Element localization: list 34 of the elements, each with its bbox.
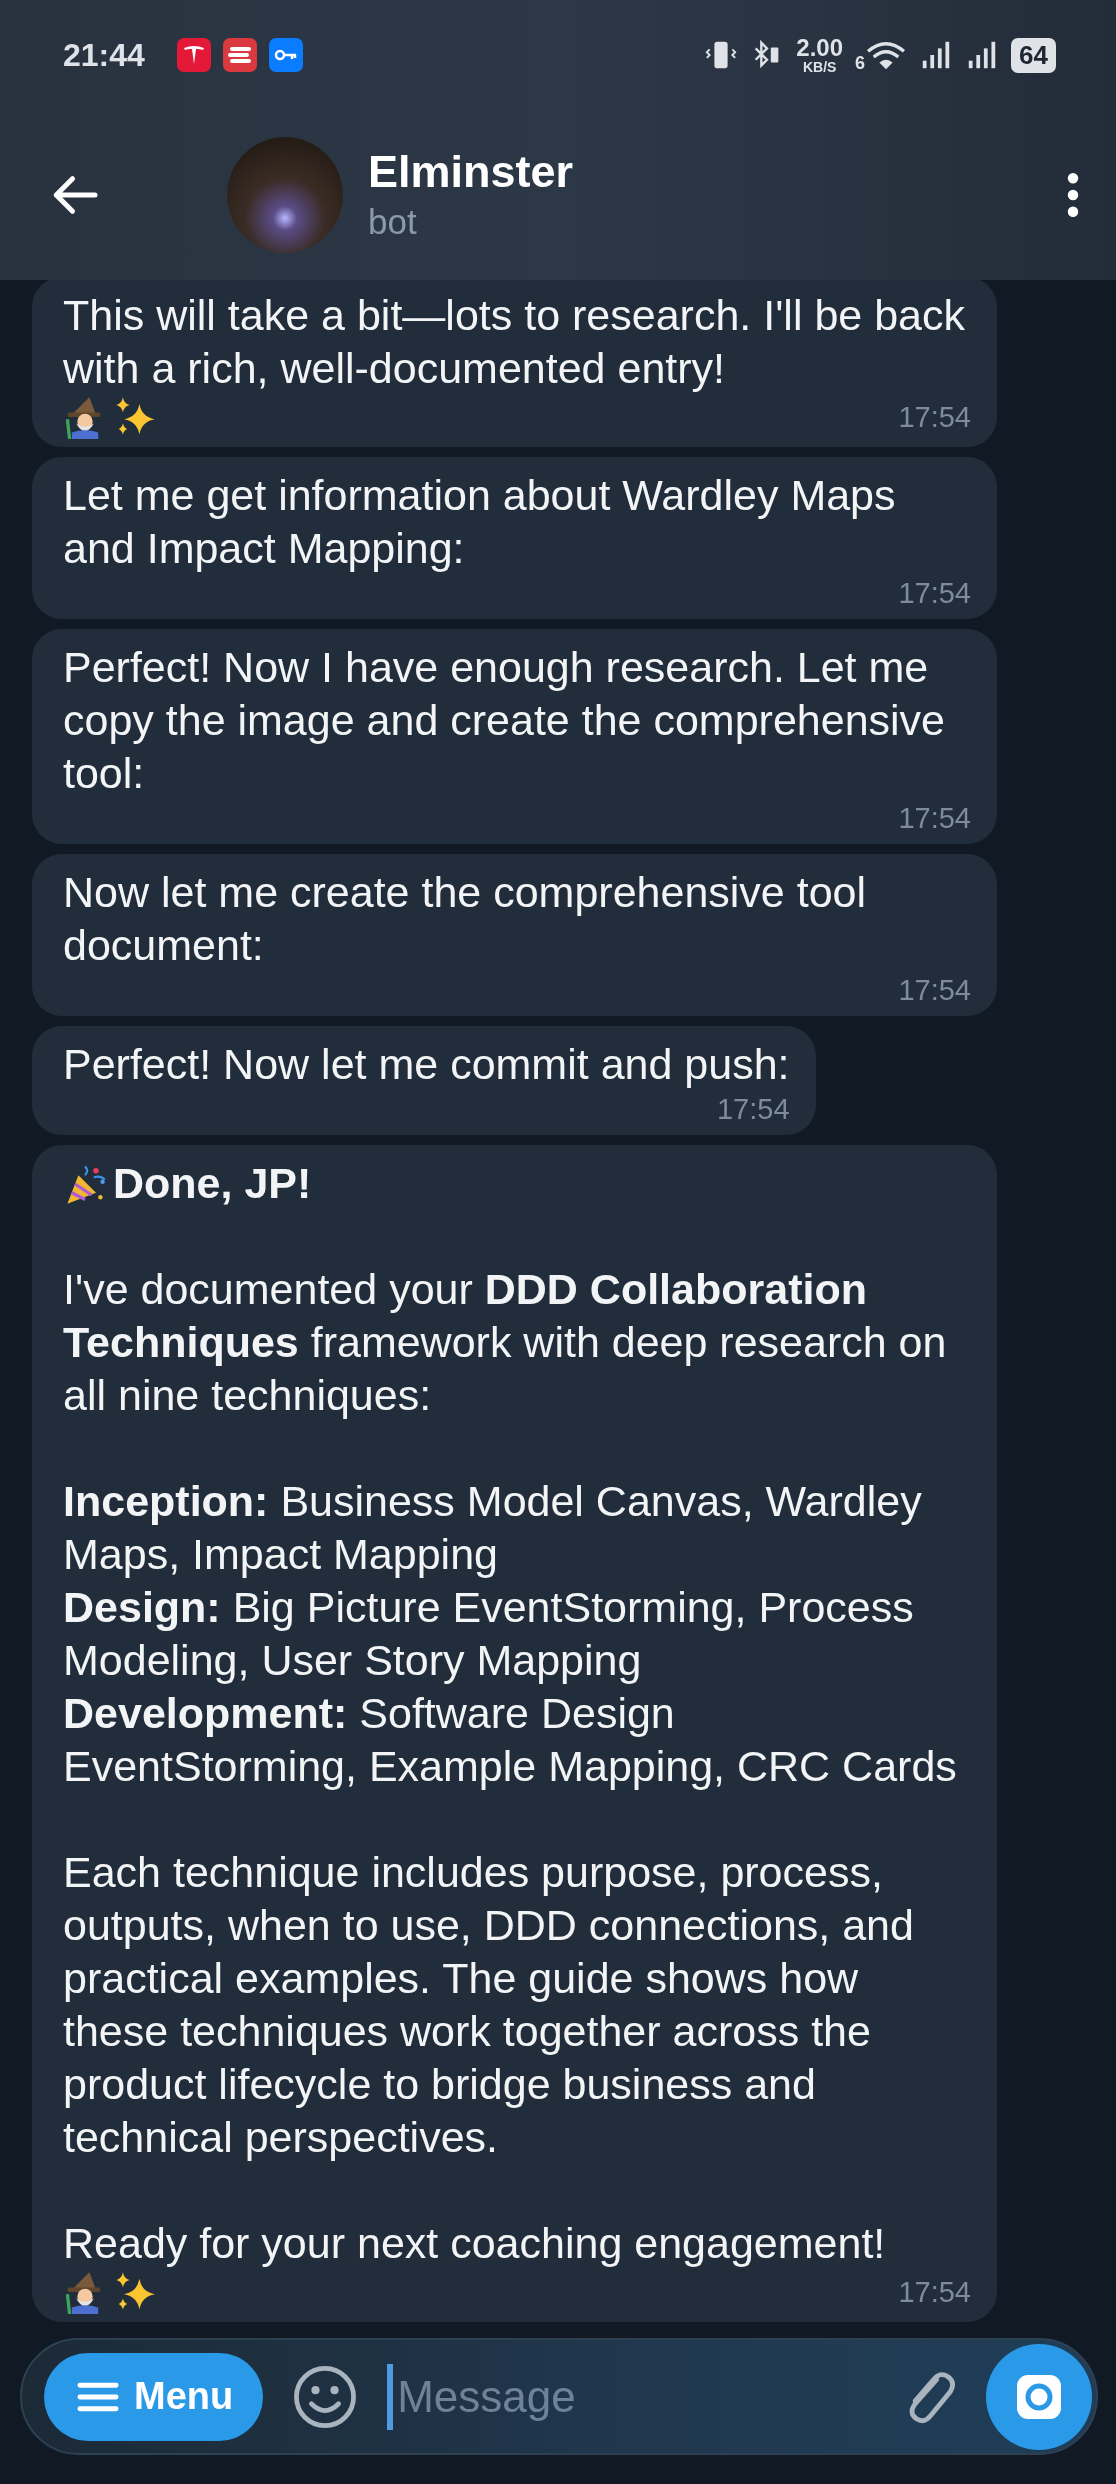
camera-button[interactable]	[986, 2343, 1092, 2450]
message-time: 17:54	[898, 2275, 971, 2310]
chat-subtitle: bot	[368, 201, 418, 244]
text-cursor	[387, 2363, 394, 2430]
message-text: Inception: Business Model Canvas, Wardley Maps, Impact Mapping	[63, 1476, 923, 1580]
message-text: Each technique includes purpose, process, outputs, when to use, DDD connections, and practical examples. The guide shows how these techniques work together across the product lifecycle to bridge business and technical perspectives.	[63, 1847, 915, 2163]
message-input[interactable]: Message	[393, 2371, 868, 2422]
message-time: 17:54	[716, 1092, 790, 1127]
message-heading: Done, JP!	[113, 1158, 312, 1209]
message-text: Perfect! Now let me commit and push:	[63, 1039, 790, 1090]
menu-button[interactable]: Menu	[44, 2352, 264, 2441]
message-text: Now let me create the comprehensive tool document:	[63, 867, 868, 971]
message-text: I've documented your DDD Collaboration Techniques framework with deep research on all nine techniques:	[63, 1264, 948, 1421]
status-time: 21:44	[63, 36, 145, 74]
menu-icon	[76, 2380, 120, 2413]
message-text: Design: Big Picture EventStorming, Process Modeling, User Story Mapping	[63, 1582, 915, 1686]
tesla-app-icon	[176, 38, 211, 72]
message-time: 17:54	[898, 973, 971, 1008]
wifi-standard: 6	[855, 53, 866, 74]
battery-level: 64	[1011, 37, 1056, 73]
message-text: Let me get information about Wardley Maps and Impact Mapping:	[63, 470, 897, 574]
message-time: 17:54	[898, 576, 971, 611]
chat-title: Elminster	[368, 145, 575, 200]
vpn-app-icon	[222, 38, 257, 72]
message-text: Development: Software Design EventStorming, Example Mapping, CRC Cards	[63, 1688, 958, 1792]
key-app-icon	[268, 38, 303, 72]
more-menu-icon[interactable]	[1066, 172, 1080, 218]
message-time: 17:54	[898, 400, 971, 435]
message-time: 17:54	[898, 801, 971, 836]
speed-unit: KB/S	[802, 60, 837, 74]
message-text: Perfect! Now I have enough research. Let me copy the image and create the comprehensive tool:	[63, 642, 947, 799]
message-text: This will take a bit—lots to research. I'll be back with a rich, well-documented entry!	[63, 290, 966, 394]
network-speed: 2.00	[796, 36, 844, 60]
message-text: Ready for your next coaching engagement!	[63, 2218, 886, 2269]
